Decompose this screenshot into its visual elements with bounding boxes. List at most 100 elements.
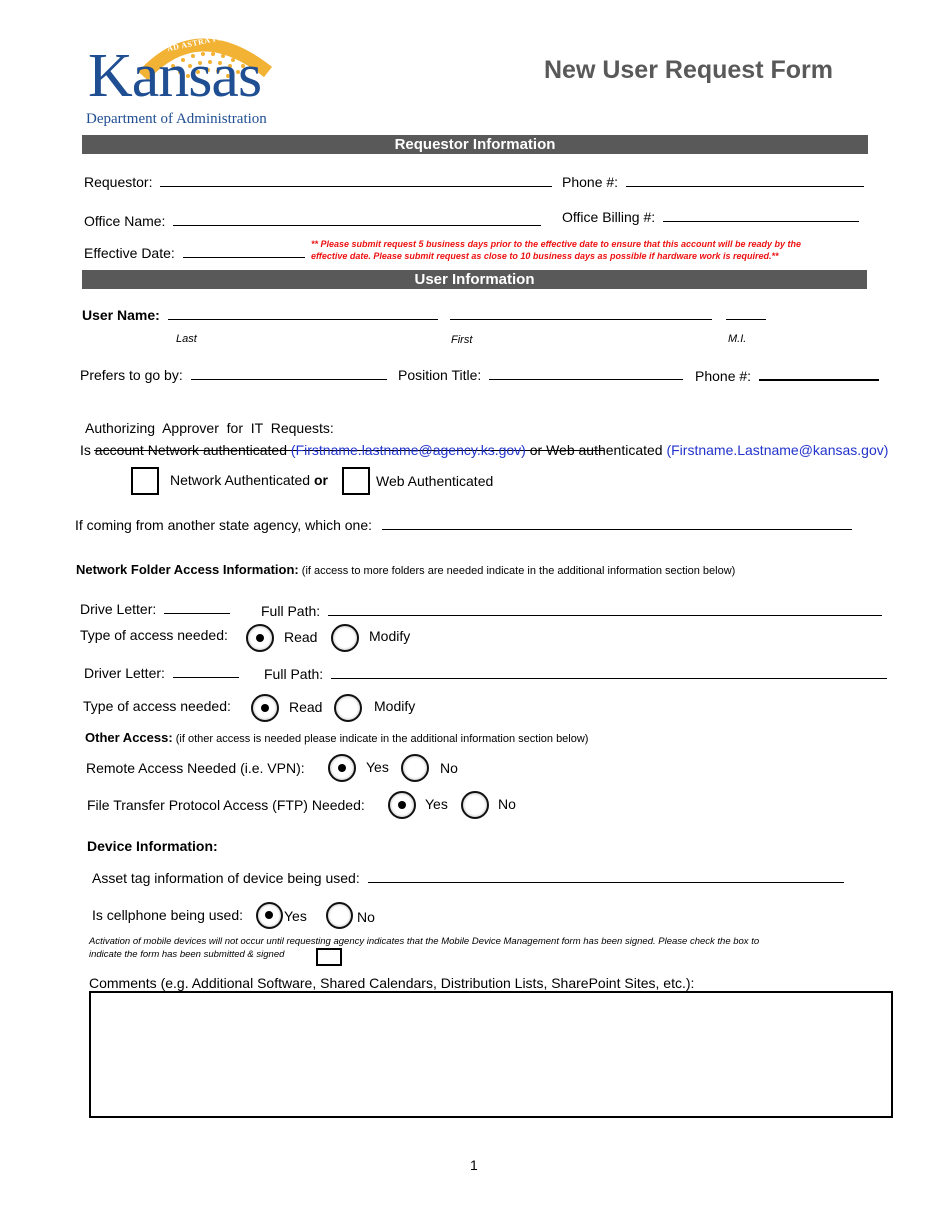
effective-date-row: Effective Date: bbox=[84, 243, 305, 261]
approver-label: Authorizing Approver for IT Requests: bbox=[85, 420, 334, 436]
agency-field[interactable] bbox=[381, 515, 852, 530]
auth-question-prefix: Is account Network authenticated bbox=[80, 442, 291, 458]
drive-letter-row-2: Driver Letter: bbox=[84, 663, 239, 681]
web-authenticated-label: Web Authenticated bbox=[376, 473, 494, 489]
network-authenticated-label: Network Authenticated bbox=[170, 472, 314, 488]
cellphone-no-radio[interactable] bbox=[326, 902, 353, 929]
cellphone-yes-radio[interactable] bbox=[256, 902, 283, 929]
position-title-field[interactable] bbox=[489, 365, 684, 380]
full-path-label: Full Path: bbox=[261, 603, 321, 619]
remote-no-label: No bbox=[440, 760, 458, 776]
user-phone-field[interactable] bbox=[758, 365, 879, 381]
cellphone-no-label: No bbox=[357, 909, 375, 925]
full-path-row-1: Full Path: bbox=[261, 601, 883, 619]
office-billing-row: Office Billing #: bbox=[562, 207, 860, 225]
network-folder-note: (if access to more folders are needed in… bbox=[298, 565, 736, 577]
full-path-row-2: Full Path: bbox=[264, 664, 888, 682]
mi-caption: M.I. bbox=[728, 333, 747, 345]
page-number: 1 bbox=[470, 1157, 478, 1173]
effective-date-label: Effective Date: bbox=[84, 245, 175, 261]
access-type-label: Type of access needed: bbox=[80, 627, 228, 643]
network-authenticated-checkbox[interactable] bbox=[131, 467, 159, 495]
mdm-signed-checkbox[interactable] bbox=[316, 948, 342, 966]
access-read-radio[interactable] bbox=[251, 694, 279, 722]
notice-line-1: ** Please submit request 5 business days… bbox=[311, 239, 801, 249]
auth-question-mid: or Web authenticated bbox=[525, 442, 667, 458]
effective-date-field[interactable] bbox=[182, 243, 305, 258]
logo-department: Department of Administration bbox=[86, 111, 267, 127]
access-modify-radio[interactable] bbox=[334, 694, 362, 722]
agency-label: If coming from another state agency, whi… bbox=[75, 517, 373, 533]
mdm-notice-line-2: indicate the form has been submitted & s… bbox=[89, 949, 285, 960]
remote-yes-radio[interactable] bbox=[328, 754, 356, 782]
access-type-label: Type of access needed: bbox=[83, 698, 231, 714]
auth-question: Is account Network authenticated (Firstn… bbox=[80, 442, 888, 458]
section-header-requestor: Requestor Information bbox=[82, 135, 868, 154]
or-label: or bbox=[313, 472, 328, 488]
other-access-heading: Other Access: (if other access is needed… bbox=[85, 730, 588, 745]
network-folder-title: Network Folder Access Information: bbox=[76, 562, 299, 577]
ftp-no-label: No bbox=[498, 796, 516, 812]
network-folder-heading: Network Folder Access Information: (if a… bbox=[76, 562, 735, 577]
drive-letter-field[interactable] bbox=[172, 663, 239, 678]
cellphone-yes-label: Yes bbox=[284, 908, 307, 924]
web-authenticated-checkbox[interactable] bbox=[342, 467, 370, 495]
remote-access-label: Remote Access Needed (i.e. VPN): bbox=[86, 760, 305, 776]
office-name-label: Office Name: bbox=[84, 213, 166, 229]
mdm-notice: Activation of mobile devices will not oc… bbox=[89, 935, 759, 961]
ftp-yes-label: Yes bbox=[425, 796, 448, 812]
requestor-phone-row: Phone #: bbox=[562, 172, 864, 190]
notice-line-2: effective date. Please submit request as… bbox=[311, 251, 779, 261]
ftp-yes-radio[interactable] bbox=[388, 791, 416, 819]
remote-yes-label: Yes bbox=[366, 759, 389, 775]
device-heading: Device Information: bbox=[87, 838, 218, 854]
ftp-label: File Transfer Protocol Access (FTP) Need… bbox=[87, 797, 365, 813]
requestor-phone-field[interactable] bbox=[625, 172, 864, 187]
user-phone-label: Phone #: bbox=[695, 368, 752, 384]
access-modify-radio[interactable] bbox=[331, 624, 359, 652]
office-billing-label: Office Billing #: bbox=[562, 209, 656, 225]
requestor-label: Requestor: bbox=[84, 174, 153, 190]
network-authenticated-label-group: Network Authenticated or bbox=[170, 472, 328, 488]
ftp-no-radio[interactable] bbox=[461, 791, 489, 819]
position-title-row: Position Title: bbox=[398, 365, 684, 383]
last-caption: Last bbox=[176, 333, 197, 345]
remote-no-radio[interactable] bbox=[401, 754, 429, 782]
office-billing-field[interactable] bbox=[663, 207, 860, 222]
logo-state-name: Kansas bbox=[88, 42, 262, 110]
prefers-row: Prefers to go by: bbox=[80, 365, 387, 383]
other-access-note: (if other access is needed please indica… bbox=[172, 733, 589, 745]
full-path-field[interactable] bbox=[328, 601, 883, 616]
middle-initial-field[interactable] bbox=[725, 305, 766, 320]
drive-letter-field[interactable] bbox=[164, 599, 231, 614]
access-modify-label: Modify bbox=[374, 698, 416, 714]
drive-letter-label: Driver Letter: bbox=[84, 665, 165, 681]
comments-label: Comments (e.g. Additional Software, Shar… bbox=[89, 975, 695, 991]
full-path-field[interactable] bbox=[331, 664, 888, 679]
asset-tag-field[interactable] bbox=[367, 868, 844, 883]
office-name-row: Office Name: bbox=[84, 211, 542, 229]
requestor-phone-label: Phone #: bbox=[562, 174, 619, 190]
asset-tag-label: Asset tag information of device being us… bbox=[92, 870, 360, 886]
position-title-label: Position Title: bbox=[398, 367, 482, 383]
first-name-field[interactable] bbox=[449, 305, 712, 320]
requestor-field[interactable] bbox=[160, 172, 553, 187]
prefers-label: Prefers to go by: bbox=[80, 367, 183, 383]
comments-textarea[interactable] bbox=[89, 991, 893, 1118]
network-email-example: (Firstname.lastname@agency.ks.gov) bbox=[290, 442, 526, 458]
user-name-label: User Name: bbox=[82, 307, 160, 323]
other-access-title: Other Access: bbox=[85, 730, 173, 745]
drive-letter-row-1: Drive Letter: bbox=[80, 599, 231, 617]
effective-date-notice: ** Please submit request 5 business days… bbox=[311, 238, 801, 262]
drive-letter-label: Drive Letter: bbox=[80, 601, 157, 617]
agency-row: If coming from another state agency, whi… bbox=[75, 515, 852, 533]
access-read-radio[interactable] bbox=[246, 624, 274, 652]
requestor-row: Requestor: bbox=[84, 172, 553, 190]
page-title: New User Request Form bbox=[544, 56, 833, 84]
user-name-row: User Name: bbox=[82, 305, 766, 323]
access-read-label: Read bbox=[289, 699, 323, 715]
office-name-field[interactable] bbox=[173, 211, 542, 226]
prefers-field[interactable] bbox=[190, 365, 387, 380]
last-name-field[interactable] bbox=[167, 305, 438, 320]
asset-tag-row: Asset tag information of device being us… bbox=[92, 868, 844, 886]
